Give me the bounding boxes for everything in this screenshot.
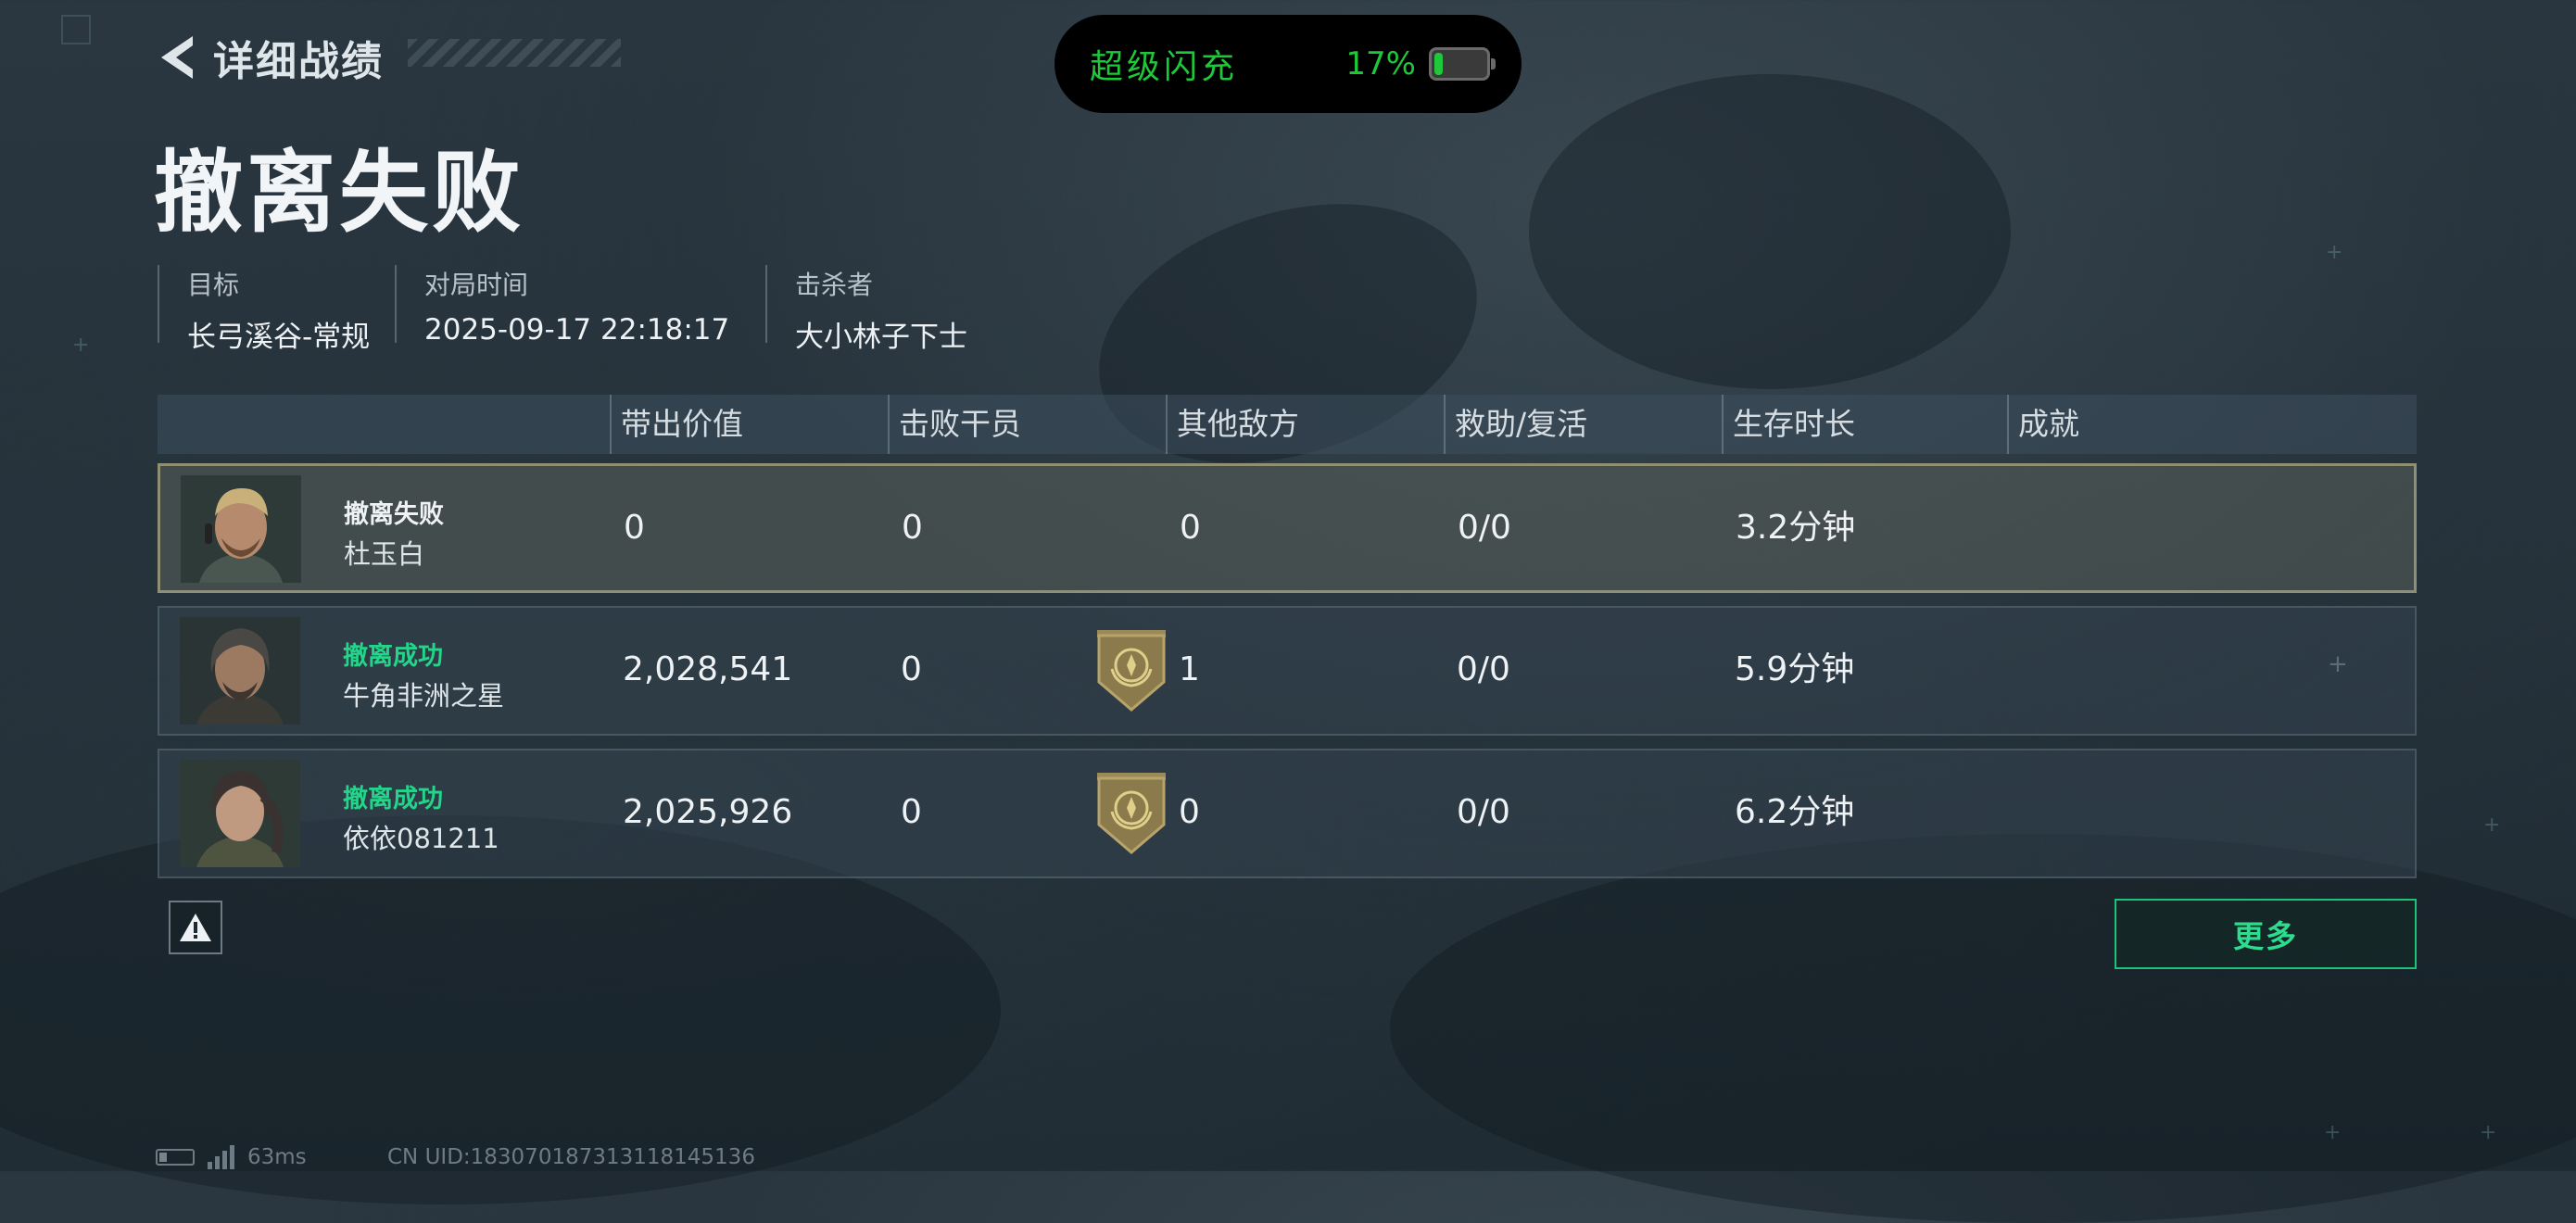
column-header-achievement: 成就 xyxy=(2007,395,2079,454)
chevron-left-icon xyxy=(161,36,193,79)
header-hatch-decoration xyxy=(408,39,621,67)
meta-target: 目标 长弓溪谷-常规 xyxy=(158,265,370,354)
achievement-medal-icon[interactable] xyxy=(1093,771,1169,856)
meta-value: 大小林子下士 xyxy=(795,321,967,354)
cell-value: 0 xyxy=(624,509,645,547)
meta-label: 击杀者 xyxy=(795,270,874,300)
row-status: 撤离失败 xyxy=(344,500,444,529)
cell-other-enemies: 0 xyxy=(1179,793,1200,831)
battery-level-fill xyxy=(1434,53,1443,75)
cell-assist-revive: 0/0 xyxy=(1457,650,1510,688)
cell-assist-revive: 0/0 xyxy=(1457,793,1510,831)
cell-other-enemies: 0 xyxy=(1180,509,1201,547)
achievement-medal-icon[interactable] xyxy=(1093,628,1169,713)
device-battery-icon xyxy=(156,1149,195,1166)
column-header-assist-revive: 救助/复活 xyxy=(1444,395,1587,454)
meta-value: 2025-09-17 22:18:17 xyxy=(424,313,730,347)
cell-kills: 0 xyxy=(901,793,922,831)
column-header-survival-time: 生存时长 xyxy=(1722,395,1855,454)
signal-icon xyxy=(208,1145,234,1169)
warning-icon xyxy=(180,914,211,941)
avatar xyxy=(181,475,301,583)
meta-label: 目标 xyxy=(187,270,240,300)
player-name: 杜玉白 xyxy=(344,538,425,570)
avatar xyxy=(180,617,300,725)
cell-assist-revive: 0/0 xyxy=(1458,509,1511,547)
report-button[interactable] xyxy=(169,901,222,954)
avatar xyxy=(180,760,300,867)
row-status: 撤离成功 xyxy=(343,642,443,671)
cell-survival-time: 5.9分钟 xyxy=(1735,650,1855,688)
more-button[interactable]: 更多 xyxy=(2115,899,2417,969)
table-row[interactable]: 撤离失败 杜玉白 0 0 0 0/0 3.2分钟 xyxy=(158,463,2417,593)
column-header-other-enemies: 其他敌方 xyxy=(1166,395,1299,454)
player-name: 依依081211 xyxy=(343,823,499,854)
table-row[interactable]: 撤离成功 牛角非洲之星 2,028,541 0 1 0/0 5.9分钟 + xyxy=(158,606,2417,736)
back-button[interactable]: 详细战绩 xyxy=(156,28,384,87)
cell-value: 2,025,926 xyxy=(623,793,793,831)
cell-value: 2,028,541 xyxy=(623,650,793,688)
table-row[interactable]: 撤离成功 依依081211 2,025,926 0 0 0/0 6.2分钟 xyxy=(158,749,2417,878)
cell-other-enemies: 1 xyxy=(1179,650,1200,688)
meta-value: 长弓溪谷-常规 xyxy=(187,321,371,354)
user-uid: CN UID:183070187313118145136 xyxy=(387,1145,755,1169)
meta-killer: 击杀者 大小林子下士 xyxy=(765,265,967,354)
charging-status-pill: 超级闪充 17% xyxy=(1054,15,1522,113)
column-header-kills: 击败干员 xyxy=(888,395,1021,454)
network-status: 63ms xyxy=(156,1145,307,1169)
back-label: 详细战绩 xyxy=(213,38,384,85)
cell-survival-time: 3.2分钟 xyxy=(1736,509,1856,547)
battery-icon xyxy=(1429,47,1496,81)
row-status: 撤离成功 xyxy=(343,785,443,813)
charging-label: 超级闪充 xyxy=(1090,48,1239,86)
ping-text: 63ms xyxy=(247,1145,307,1169)
result-title: 撤离失败 xyxy=(154,141,524,245)
decoration-cross: + xyxy=(2328,650,2348,678)
table-header: 带出价值 击败干员 其他敌方 救助/复活 生存时长 成就 xyxy=(158,395,2417,454)
player-name: 牛角非洲之星 xyxy=(343,680,505,712)
battery-percent: 17% xyxy=(1345,45,1416,82)
cell-kills: 0 xyxy=(902,509,923,547)
cell-survival-time: 6.2分钟 xyxy=(1735,793,1855,831)
cell-kills: 0 xyxy=(901,650,922,688)
column-header-value: 带出价值 xyxy=(610,395,743,454)
meta-label: 对局时间 xyxy=(424,270,529,300)
meta-match-time: 对局时间 2025-09-17 22:18:17 xyxy=(395,265,729,347)
